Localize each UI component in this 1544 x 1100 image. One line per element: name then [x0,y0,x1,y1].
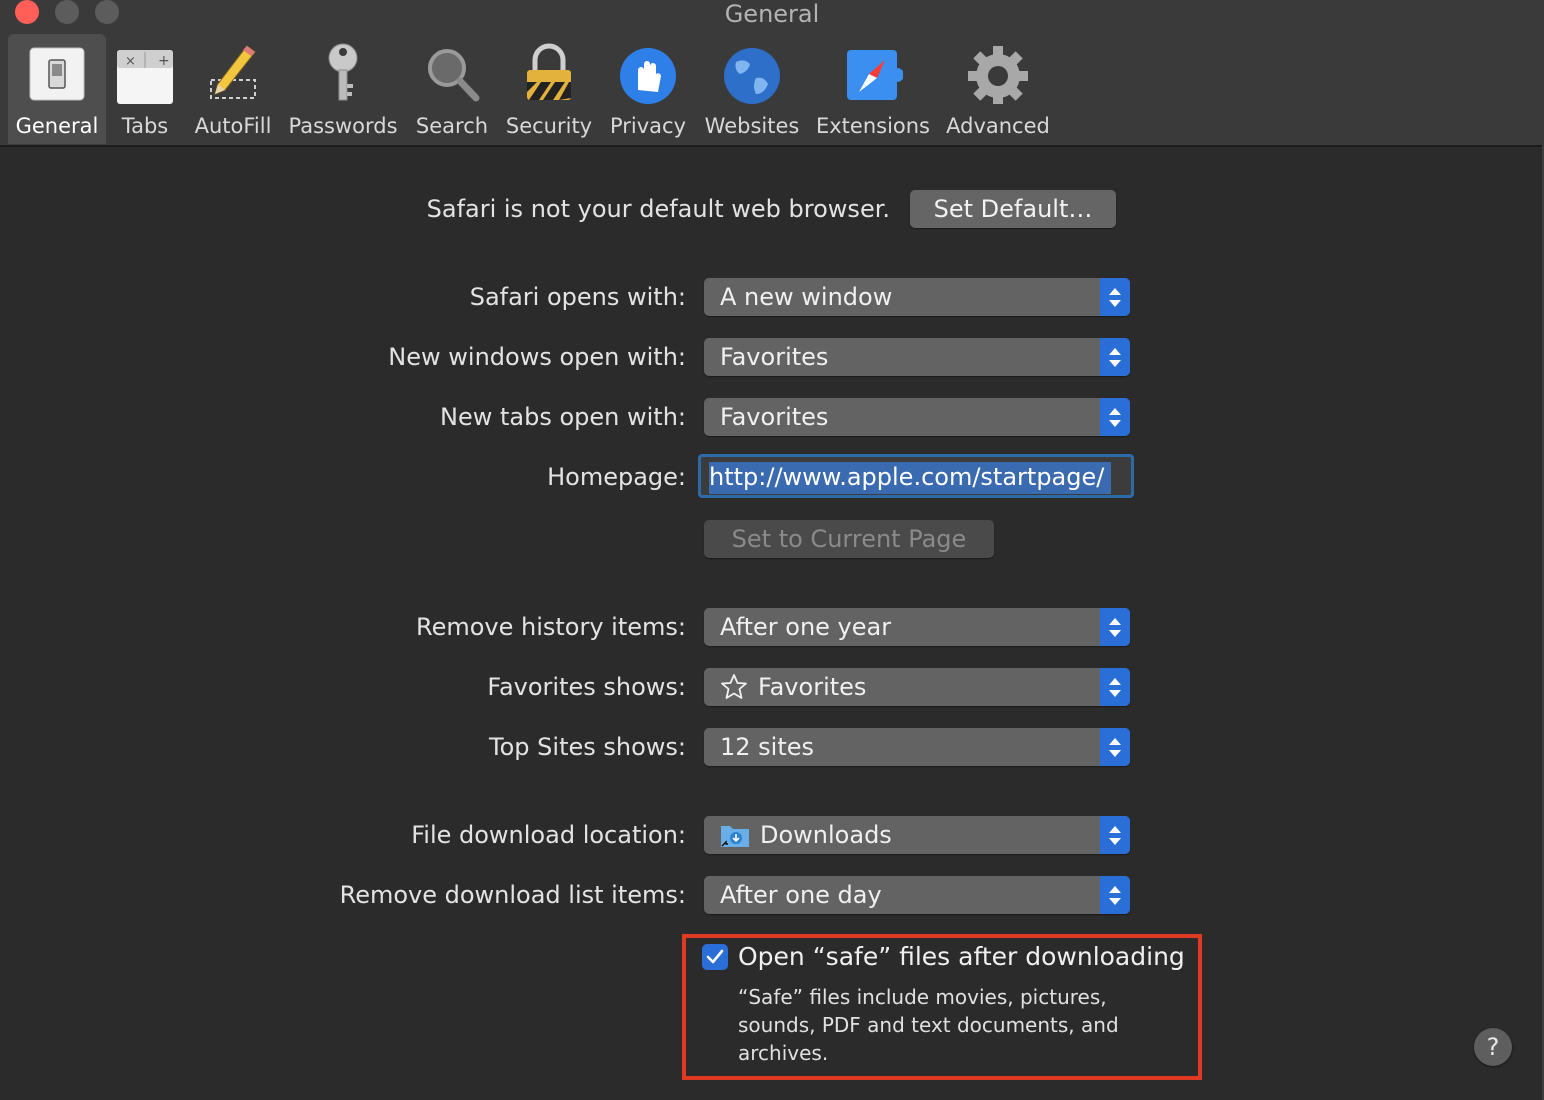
download-location-label: File download location: [411,821,686,849]
star-icon [721,674,747,699]
remove-history-label: Remove history items: [415,613,686,641]
downloads-folder-icon [721,826,749,847]
tab-label: Websites [704,114,800,138]
tab-label: Search [415,114,489,138]
tab-privacy[interactable]: Privacy [606,34,690,144]
popup-value: Favorites [720,343,829,371]
tab-label: Extensions [815,114,931,138]
chevron-updown-icon [1100,816,1130,854]
gear-icon [968,40,1028,106]
popup-value: Downloads [760,821,892,849]
tab-label: General [15,114,99,138]
homepage-label: Homepage: [547,463,686,491]
remove-download-label: Remove download list items: [339,881,686,909]
puzzle-compass-icon [843,40,904,104]
new-windows-popup[interactable]: Favorites [704,338,1130,376]
chevron-updown-icon [1100,876,1130,914]
tab-tabs[interactable]: × + Tabs [110,34,180,144]
tab-label: Privacy [609,114,687,138]
favorites-shows-label: Favorites shows: [487,673,686,701]
safari-opens-with-label: Safari opens with: [469,283,686,311]
chevron-updown-icon [1100,608,1130,646]
homepage-field[interactable] [698,454,1134,498]
tab-advanced[interactable]: Advanced [942,34,1054,144]
tab-websites[interactable]: Websites [700,34,804,144]
chevron-updown-icon [1100,338,1130,376]
default-browser-message: Safari is not your default web browser. [426,195,890,223]
pencil-icon [203,40,263,104]
tab-label: AutoFill [194,114,272,138]
set-default-button[interactable]: Set Default… [910,190,1116,228]
download-location-popup[interactable]: Downloads [704,816,1130,854]
tab-label: Tabs [121,114,169,138]
safari-opens-with-popup[interactable]: A new window [704,278,1130,316]
checkmark-icon [706,949,724,964]
remove-download-popup[interactable]: After one day [704,876,1130,914]
popup-value: A new window [720,283,893,311]
open-safe-files-label[interactable]: Open “safe” files after downloading [738,939,1185,975]
toolbar: General General × + Tabs AutoFill Passwo… [0,0,1544,147]
popup-value: 12 sites [720,733,815,761]
popup-value: Favorites [720,403,829,431]
key-icon [313,40,373,104]
padlock-icon [519,40,579,104]
safe-files-description: “Safe” files include movies, pictures, s… [738,985,1119,1065]
window-title: General [724,0,820,28]
chevron-updown-icon [1100,278,1130,316]
tab-passwords[interactable]: Passwords [286,34,400,144]
popup-value: After one year [720,613,892,641]
tab-general[interactable]: General [8,34,106,144]
tab-label: Passwords [288,114,398,138]
preferences-window: General General × + Tabs AutoFill Passwo… [0,0,1544,1100]
chevron-updown-icon [1100,728,1130,766]
open-safe-files-checkbox[interactable] [702,944,728,970]
new-tabs-popup[interactable]: Favorites [704,398,1130,436]
favorites-shows-popup[interactable]: Favorites [704,668,1130,706]
set-to-current-page-button[interactable]: Set to Current Page [704,520,994,558]
top-sites-label: Top Sites shows: [489,733,686,761]
switch-icon [27,40,87,104]
popup-value: After one day [720,881,882,909]
svg-text:+: + [158,53,170,69]
magnifier-icon [422,40,482,104]
remove-history-popup[interactable]: After one year [704,608,1130,646]
new-windows-label: New windows open with: [388,343,686,371]
chevron-updown-icon [1100,668,1130,706]
tabs-icon: × + [115,40,175,104]
help-button[interactable]: ? [1474,1028,1512,1066]
new-tabs-label: New tabs open with: [440,403,686,431]
tab-label: Advanced [946,114,1050,138]
tab-extensions[interactable]: Extensions [814,34,932,144]
tab-search[interactable]: Search [412,34,492,144]
tab-security[interactable]: Security [502,34,596,144]
popup-value: Favorites [758,673,867,701]
globe-icon [722,40,782,104]
homepage-input[interactable] [709,461,1119,493]
tab-label: Security [505,114,593,138]
tab-autofill[interactable]: AutoFill [190,34,276,144]
svg-text:×: × [125,54,136,69]
general-pane: Safari is not your default web browser. … [0,147,1544,1100]
hand-icon [618,40,678,104]
top-sites-popup[interactable]: 12 sites [704,728,1130,766]
chevron-updown-icon [1100,398,1130,436]
